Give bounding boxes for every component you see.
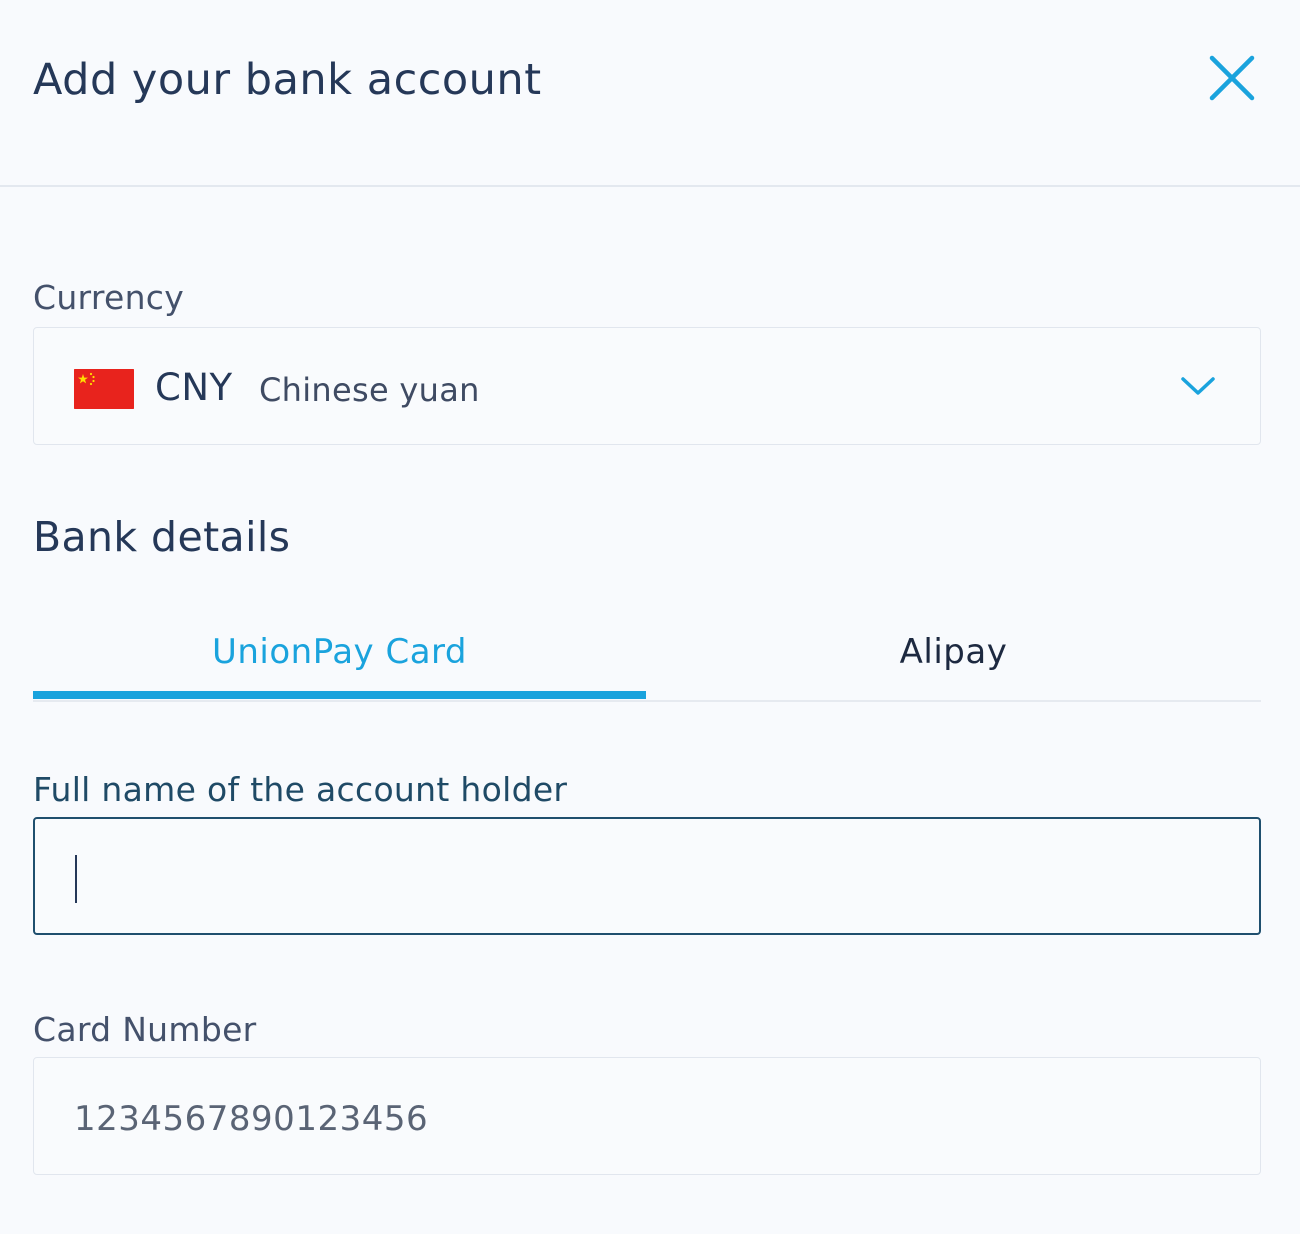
currency-name: Chinese yuan (259, 371, 480, 409)
bank-details-heading: Bank details (33, 513, 291, 561)
card-number-placeholder: 1234567890123456 (74, 1099, 429, 1139)
currency-select[interactable]: CNY Chinese yuan (33, 327, 1261, 445)
dialog-header: Add your bank account (0, 0, 1300, 187)
text-caret (75, 855, 77, 903)
close-button[interactable] (1202, 50, 1260, 108)
chevron-down-icon (1181, 377, 1215, 395)
close-icon (1209, 55, 1255, 101)
holder-name-input[interactable] (33, 817, 1261, 935)
card-number-label: Card Number (33, 1010, 257, 1049)
currency-label: Currency (33, 278, 185, 317)
currency-code: CNY (155, 366, 233, 409)
tab-unionpay-card[interactable]: UnionPay Card (33, 620, 646, 700)
china-flag-icon (74, 369, 134, 409)
add-bank-account-dialog: Add your bank account Currency CNY Chine… (0, 0, 1300, 1234)
payment-method-tabs: UnionPay Card Alipay (33, 620, 1261, 702)
active-tab-indicator (33, 691, 646, 699)
holder-name-label: Full name of the account holder (33, 770, 568, 809)
card-number-input[interactable]: 1234567890123456 (33, 1057, 1261, 1175)
dialog-title: Add your bank account (33, 55, 542, 105)
tab-alipay[interactable]: Alipay (646, 620, 1261, 700)
